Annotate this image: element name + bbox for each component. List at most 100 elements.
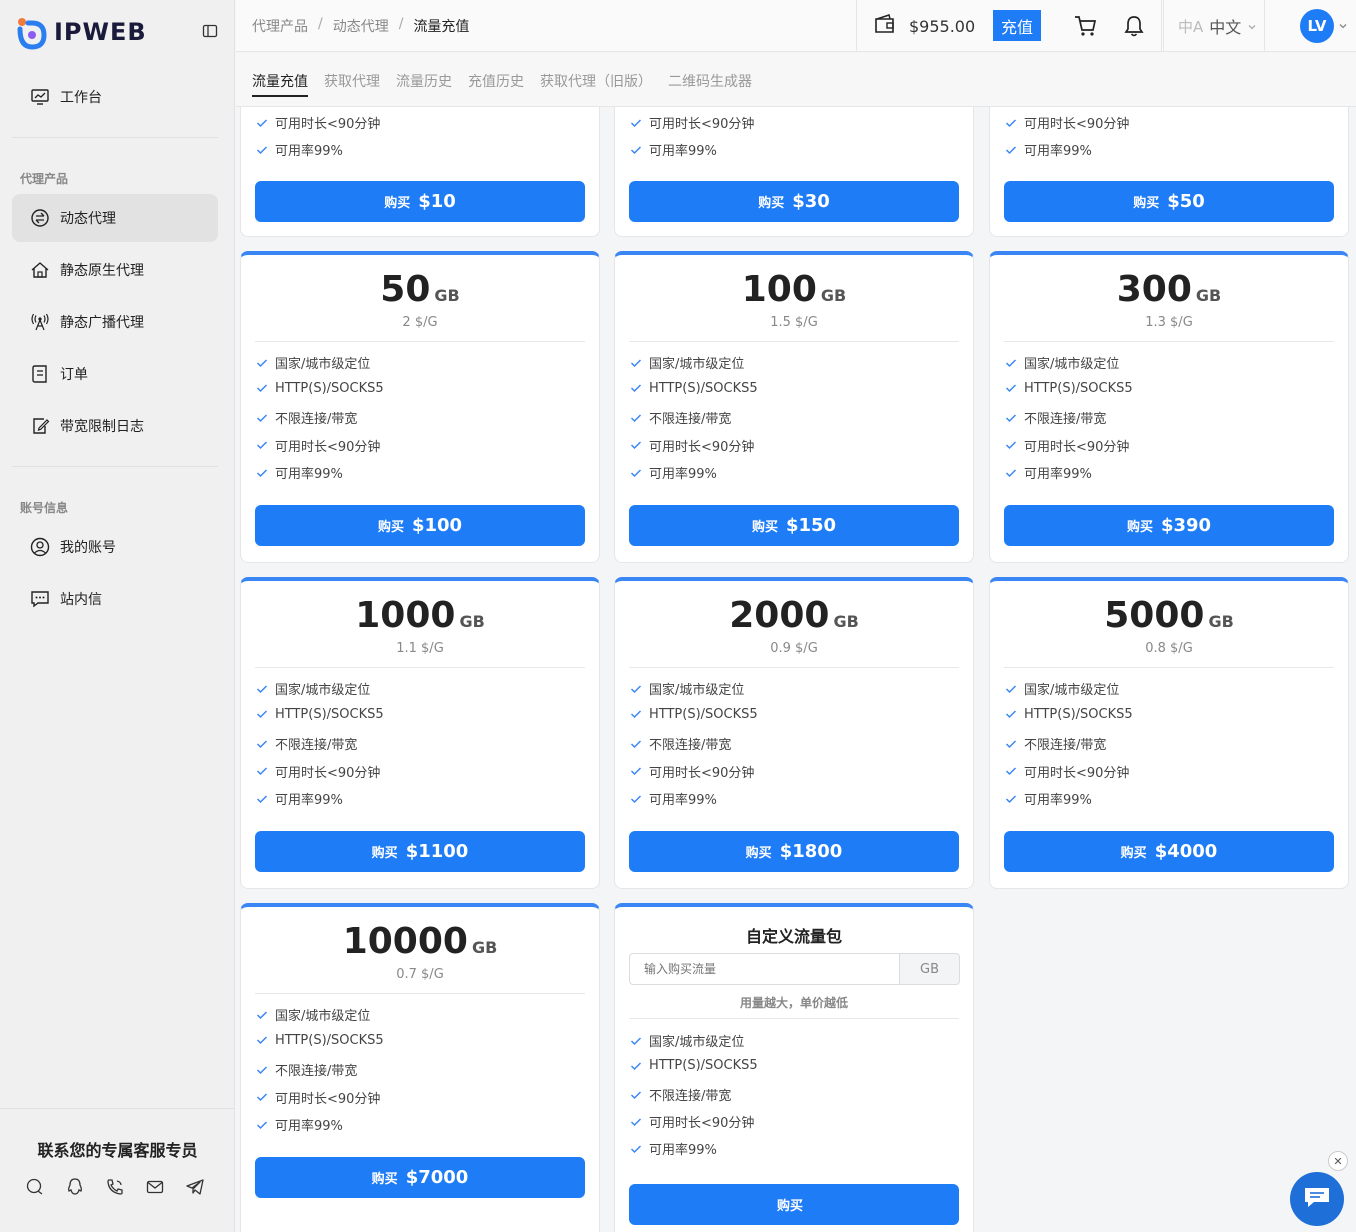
check-icon [255, 1063, 269, 1077]
feature-text: 可用时长<90分钟 [649, 765, 755, 781]
brand-logo[interactable]: IPWEB [12, 12, 147, 52]
feature-text: HTTP(S)/SOCKS5 [1024, 380, 1133, 396]
package-rate: 2 $/G [402, 315, 438, 330]
buy-button[interactable]: 购买 $7000 [255, 1157, 585, 1198]
feature-item: 可用率99% [255, 1115, 343, 1134]
feature-item: 国家/城市级定位 [629, 1031, 744, 1050]
message-icon [28, 587, 52, 611]
tab-traffic-history[interactable]: 流量历史 [396, 71, 452, 91]
check-icon [1004, 764, 1018, 778]
buy-label: 购买 [1133, 196, 1160, 211]
buy-button[interactable]: 购买 $100 [255, 505, 585, 546]
package-rate: 0.9 $/G [770, 641, 818, 656]
package-card: 可用时长<90分钟 可用率99% 购买 $50 [989, 107, 1349, 237]
buy-button[interactable]: 购买 $150 [629, 505, 959, 546]
brand-name: IPWEB [54, 18, 147, 46]
package-card: 10000 GB 0.7 $/G 国家/城市级定位 HTTP(S)/SOCKS5 不限连接… [240, 903, 600, 1232]
chevron-down-icon[interactable] [1338, 19, 1348, 35]
divider [255, 993, 585, 994]
tab-qr-generator[interactable]: 二维码生成器 [668, 71, 752, 91]
buy-button[interactable]: 购买 [629, 1184, 959, 1225]
tab-recharge-history[interactable]: 充值历史 [468, 71, 524, 91]
sidebar-item-my-account[interactable]: 我的账号 [12, 523, 218, 571]
section-title-account: 账号信息 [20, 501, 69, 515]
package-size: 300 GB [990, 269, 1348, 310]
feature-item: 不限连接/带宽 [629, 734, 731, 753]
sidebar-item-orders[interactable]: 订单 [12, 350, 218, 398]
contact-icons [15, 1167, 215, 1207]
sidebar-item-label: 订单 [60, 367, 88, 383]
feature-text: 可用时长<90分钟 [1024, 439, 1130, 455]
package-size: 2000 GB [615, 595, 973, 636]
feature-item: 可用时长<90分钟 [1004, 113, 1129, 132]
buy-price: $150 [785, 515, 837, 536]
feature-item: 可用率99% [255, 140, 343, 159]
language-label: 中文 [1209, 18, 1242, 37]
feature-item: 可用率99% [629, 463, 717, 482]
chat-bubble-icon[interactable] [15, 1167, 55, 1207]
buy-button[interactable]: 购买 $10 [255, 181, 585, 222]
tab-traffic-recharge[interactable]: 流量充值 [252, 71, 308, 97]
language-selector[interactable]: 中A 中文 [1163, 0, 1265, 52]
package-card: 50 GB 2 $/G 国家/城市级定位 HTTP(S)/SOCKS5 不限连接/带宽 可用… [240, 251, 600, 563]
live-chat-button[interactable] [1290, 1172, 1344, 1226]
sidebar-item-workbench[interactable]: 工作台 [12, 73, 218, 121]
buy-button[interactable]: 购买 $30 [629, 181, 959, 222]
tab-get-proxy[interactable]: 获取代理 [324, 71, 380, 91]
email-icon[interactable] [135, 1167, 175, 1207]
feature-text: 可用时长<90分钟 [1024, 117, 1130, 132]
feature-text: 国家/城市级定位 [275, 357, 371, 372]
feature-text: 不限连接/带宽 [275, 1064, 358, 1079]
qq-icon[interactable] [55, 1167, 95, 1207]
buy-button[interactable]: 购买 $50 [1004, 181, 1334, 222]
feature-text: 不限连接/带宽 [649, 738, 732, 753]
wallet-icon [873, 13, 897, 39]
buy-button[interactable]: 购买 $4000 [1004, 831, 1334, 872]
bell-icon[interactable] [1120, 12, 1148, 40]
sidebar-item-messages[interactable]: 站内信 [12, 575, 218, 623]
tab-get-proxy-legacy[interactable]: 获取代理（旧版） [540, 71, 652, 91]
phone-icon[interactable] [95, 1167, 135, 1207]
check-icon [629, 411, 643, 425]
sidebar-collapse-icon[interactable] [202, 23, 218, 39]
recharge-button[interactable]: 充值 [993, 10, 1041, 41]
close-icon[interactable]: ✕ [1328, 1151, 1348, 1171]
feature-item: HTTP(S)/SOCKS5 [629, 707, 758, 722]
feature-item: 不限连接/带宽 [629, 1085, 731, 1104]
buy-button[interactable]: 购买 $1100 [255, 831, 585, 872]
sidebar-item-label: 工作台 [60, 90, 102, 106]
sidebar-item-bandwidth-log[interactable]: 带宽限制日志 [12, 402, 218, 450]
feature-text: HTTP(S)/SOCKS5 [275, 380, 384, 396]
traffic-amount-input[interactable] [629, 953, 900, 985]
feature-item: 国家/城市级定位 [255, 1005, 370, 1024]
custom-package-card: 自定义流量包 GB 用量越大，单价越低国家/城市级定位 HTTP(S)/SOCKS5 不… [614, 903, 974, 1232]
feature-text: 国家/城市级定位 [649, 1035, 745, 1050]
buy-label: 购买 [377, 520, 404, 535]
check-icon [629, 381, 643, 395]
feature-text: 国家/城市级定位 [649, 683, 745, 698]
buy-label: 购买 [371, 1172, 398, 1187]
sidebar-item-dynamic-proxy[interactable]: 动态代理 [12, 194, 218, 242]
avatar[interactable]: LV [1300, 9, 1334, 43]
buy-label: 购买 [758, 196, 785, 211]
telegram-icon[interactable] [175, 1167, 215, 1207]
buy-price: $1100 [405, 841, 469, 862]
buy-label: 购买 [1120, 846, 1147, 861]
buy-button[interactable]: 购买 $1800 [629, 831, 959, 872]
sidebar-item-static-native-proxy[interactable]: 静态原生代理 [12, 246, 218, 294]
breadcrumb-separator: / [318, 16, 323, 32]
feature-item: HTTP(S)/SOCKS5 [255, 381, 384, 396]
check-icon [1004, 707, 1018, 721]
sidebar-item-static-broadcast-proxy[interactable]: 静态广播代理 [12, 298, 218, 346]
section-title-proxy: 代理产品 [20, 172, 69, 186]
feature-text: 可用时长<90分钟 [649, 117, 755, 132]
buy-label: 购买 [745, 846, 772, 861]
cart-icon[interactable] [1072, 12, 1100, 40]
breadcrumb-item[interactable]: 代理产品 [252, 16, 308, 36]
feature-item: 不限连接/带宽 [255, 408, 357, 427]
buy-button[interactable]: 购买 $390 [1004, 505, 1334, 546]
breadcrumb-current: 流量充值 [413, 19, 470, 35]
package-size-unit: GB [434, 286, 460, 305]
breadcrumb-item[interactable]: 动态代理 [333, 16, 389, 36]
check-icon [629, 1142, 643, 1156]
